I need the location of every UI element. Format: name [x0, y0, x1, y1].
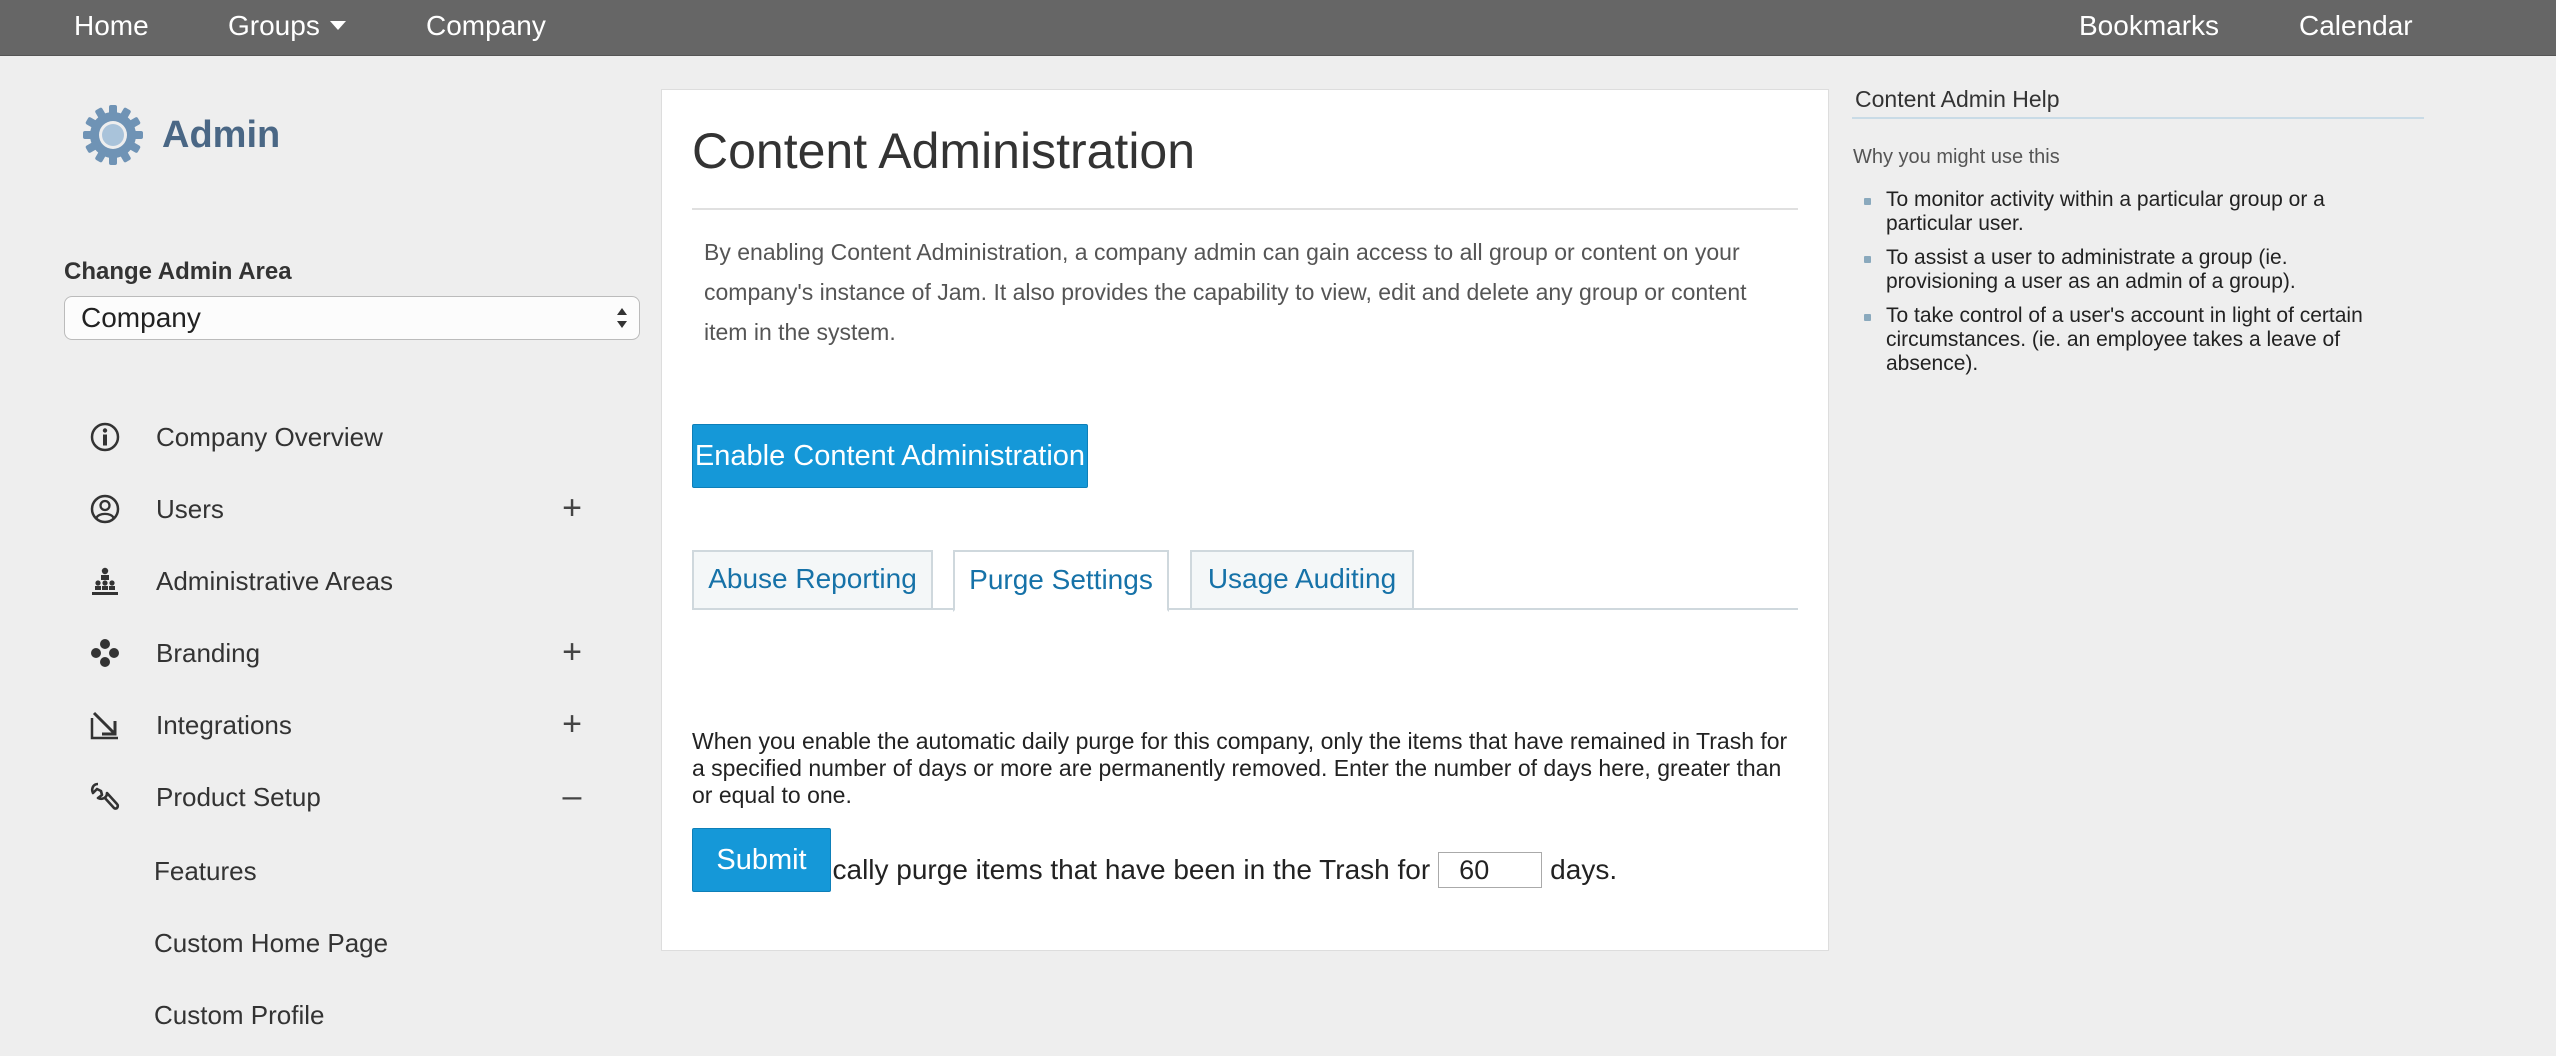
sidebar-item-label: Branding — [156, 638, 261, 668]
nav-groups-label: Groups — [228, 10, 320, 41]
sidebar-item-label: Administrative Areas — [156, 566, 393, 596]
expand-plus-icon[interactable]: + — [552, 704, 592, 744]
submit-button[interactable]: Submit — [692, 828, 831, 892]
title-divider — [692, 208, 1798, 210]
help-item-text: To monitor activity within a particular … — [1886, 188, 2325, 235]
help-divider — [1852, 117, 2424, 119]
sidebar-subitem-custom-profile[interactable]: Custom Profile — [154, 1000, 325, 1031]
help-item-text: To assist a user to administrate a group… — [1886, 246, 2296, 293]
purge-label-after: days. — [1550, 854, 1618, 885]
tab-usage-auditing[interactable]: Usage Auditing — [1190, 550, 1414, 610]
bullet-icon — [1864, 198, 1871, 205]
page-title: Content Administration — [692, 123, 1196, 179]
bullet-icon — [1864, 256, 1871, 263]
admin-title: Admin — [162, 113, 281, 156]
gear-icon — [83, 105, 143, 165]
nav-bookmarks-link[interactable]: Bookmarks — [2079, 0, 2219, 56]
help-list: To monitor activity within a particular … — [1864, 188, 2404, 386]
sidebar-subitem-custom-home-page[interactable]: Custom Home Page — [154, 928, 388, 959]
top-navigation-bar: Home Groups Company Bookmarks Calendar — [0, 0, 2556, 56]
sidebar-item-branding[interactable]: Branding + — [88, 628, 588, 678]
sidebar-item-users[interactable]: Users + — [88, 484, 588, 534]
bullet-icon — [1864, 314, 1871, 321]
user-icon — [90, 494, 120, 524]
sidebar-item-integrations[interactable]: Integrations + — [88, 700, 588, 750]
help-list-item: To take control of a user's account in l… — [1864, 304, 2404, 376]
admin-header: Admin — [82, 104, 280, 166]
nav-home-link[interactable]: Home — [74, 0, 149, 56]
collapse-minus-icon[interactable]: – — [552, 776, 592, 816]
nav-calendar-link[interactable]: Calendar — [2299, 0, 2413, 56]
help-list-item: To monitor activity within a particular … — [1864, 188, 2404, 236]
paint-icon — [91, 639, 119, 667]
help-item-text: To take control of a user's account in l… — [1886, 304, 2363, 375]
sidebar-item-label: Users — [156, 494, 224, 524]
tab-abuse-reporting[interactable]: Abuse Reporting — [692, 550, 933, 610]
expand-plus-icon[interactable]: + — [552, 488, 592, 528]
select-arrows-icon — [617, 308, 627, 328]
purge-days-input[interactable] — [1438, 852, 1543, 888]
arrow-in-icon — [90, 711, 118, 740]
purge-description: When you enable the automatic daily purg… — [692, 728, 1788, 808]
sidebar-item-administrative-areas[interactable]: Administrative Areas — [88, 556, 588, 606]
nav-company-link[interactable]: Company — [426, 0, 546, 56]
content-admin-card: Content Administration By enabling Conte… — [661, 89, 1829, 951]
sidebar-item-company-overview[interactable]: Company Overview — [88, 412, 588, 462]
sidebar-subitem-features[interactable]: Features — [154, 856, 257, 887]
nav-groups-menu[interactable]: Groups — [228, 0, 346, 56]
help-subtitle: Why you might use this — [1853, 146, 2060, 168]
help-title: Content Admin Help — [1855, 86, 2060, 112]
tab-purge-settings[interactable]: Purge Settings — [953, 550, 1169, 612]
hierarchy-icon — [92, 567, 118, 595]
caret-down-icon — [329, 21, 346, 31]
info-icon — [90, 422, 120, 452]
sidebar-item-label: Product Setup — [156, 782, 321, 812]
enable-content-administration-button[interactable]: Enable Content Administration — [692, 424, 1088, 488]
expand-plus-icon[interactable]: + — [552, 632, 592, 672]
intro-text: By enabling Content Administration, a co… — [704, 239, 1747, 345]
wrench-icon — [90, 782, 120, 810]
change-admin-area-label: Change Admin Area — [64, 258, 292, 285]
help-list-item: To assist a user to administrate a group… — [1864, 246, 2404, 294]
sidebar-item-label: Company Overview — [156, 422, 383, 452]
admin-area-select[interactable]: Company — [64, 296, 640, 340]
sidebar-item-label: Integrations — [156, 710, 292, 740]
admin-area-selected-value: Company — [81, 302, 201, 333]
sidebar-item-product-setup[interactable]: Product Setup – — [88, 772, 588, 822]
